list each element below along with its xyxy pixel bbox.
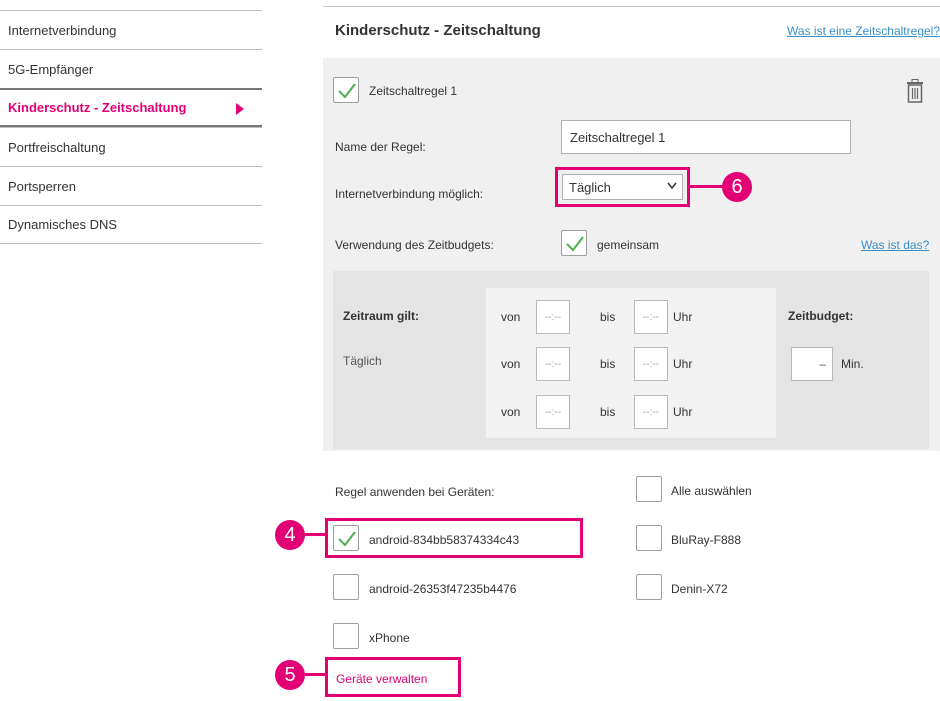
chevron-down-icon: [667, 182, 677, 190]
time-slots: von --:-- bis --:-- Uhr von --:-- bis --…: [486, 288, 776, 438]
rule-enabled-checkbox[interactable]: [333, 77, 359, 103]
trash-icon[interactable]: [905, 79, 925, 103]
device-checkbox-android-834[interactable]: [333, 525, 359, 551]
sidebar-item-label: Internetverbindung: [8, 22, 117, 38]
rule-name-input[interactable]: [561, 120, 851, 154]
sidebar-item-label: Dynamisches DNS: [8, 217, 118, 232]
sidebar-item-label: Portfreischaltung: [8, 139, 106, 155]
budget-minutes-input[interactable]: –: [791, 347, 833, 381]
time-from-input-2[interactable]: --:--: [536, 347, 570, 381]
unit-label: Uhr: [673, 310, 693, 324]
unit-label: Uhr: [673, 357, 693, 371]
sidebar-item-internetverbindung[interactable]: Internetverbindung: [0, 10, 262, 49]
time-from-input-1[interactable]: --:--: [536, 300, 570, 334]
callout-badge: 5: [275, 660, 305, 690]
callout-line: [303, 533, 325, 536]
sidebar-item-label: 5G-Empfänger: [8, 61, 94, 77]
period-label: Zeitraum gilt:: [343, 309, 420, 323]
sidebar-item-portfreischaltung[interactable]: Portfreischaltung: [0, 127, 262, 166]
manage-devices-link[interactable]: Geräte verwalten: [336, 672, 427, 686]
device-label: Denin-X72: [671, 582, 728, 596]
budget-label: Verwendung des Zeitbudgets:: [335, 238, 494, 252]
sidebar-item-portsperren[interactable]: Portsperren: [0, 166, 262, 205]
to-label: bis: [600, 357, 616, 371]
from-label: von: [501, 310, 521, 324]
select-all-checkbox[interactable]: [636, 476, 662, 502]
sidebar-item-kinderschutz[interactable]: Kinderschutz - Zeitschaltung: [0, 88, 262, 127]
device-checkbox-android-263[interactable]: [333, 574, 359, 600]
devices-label: Regel anwenden bei Geräten:: [335, 485, 495, 499]
to-label: bis: [600, 310, 616, 324]
time-to-input-3[interactable]: --:--: [634, 395, 668, 429]
to-label: bis: [600, 405, 616, 419]
time-to-input-2[interactable]: --:--: [634, 347, 668, 381]
sidebar-item-5g-empfaenger[interactable]: 5G-Empfänger: [0, 49, 262, 88]
device-label: BluRay-F888: [671, 533, 742, 547]
device-checkbox-xphone[interactable]: [333, 623, 359, 649]
checkmark-icon: [566, 236, 584, 252]
budget-checkbox[interactable]: [561, 230, 587, 256]
sidebar-item-label: Kinderschutz - Zeitschaltung: [8, 100, 187, 115]
budget-title: Zeitbudget:: [788, 309, 854, 323]
sidebar-item-dynamisches-dns[interactable]: Dynamisches DNS: [0, 205, 262, 244]
connection-select-value: Täglich: [569, 180, 611, 195]
sidebar-item-label: Portsperren: [8, 178, 76, 194]
rule-title: Zeitschaltregel 1: [369, 84, 458, 98]
schedule-panel: Zeitraum gilt: Täglich von --:-- bis --:…: [333, 271, 929, 449]
checkmark-icon: [338, 83, 356, 99]
unit-label: Uhr: [673, 405, 693, 419]
budget-option: gemeinsam: [597, 238, 660, 252]
device-label: xPhone: [369, 631, 410, 645]
device-checkbox-denin[interactable]: [636, 574, 662, 600]
callout-line: [303, 673, 325, 676]
from-label: von: [501, 405, 521, 419]
sidebar-nav: Internetverbindung 5G-Empfänger Kindersc…: [0, 10, 262, 244]
arrow-right-icon: [236, 103, 244, 115]
from-label: von: [501, 357, 521, 371]
budget-unit: Min.: [841, 357, 864, 371]
help-link-budget[interactable]: Was ist das?: [861, 238, 929, 252]
device-label: android-834bb58374334c43: [369, 533, 520, 547]
device-checkbox-bluray[interactable]: [636, 525, 662, 551]
device-label: android-26353f47235b4476: [369, 582, 517, 596]
period-value: Täglich: [343, 354, 382, 368]
time-from-input-3[interactable]: --:--: [536, 395, 570, 429]
rule-name-label: Name der Regel:: [335, 140, 426, 154]
connection-select-highlight: Täglich: [555, 167, 690, 207]
checkmark-icon: [338, 531, 356, 547]
select-all-label: Alle auswählen: [671, 484, 752, 498]
page-title: Kinderschutz - Zeitschaltung: [335, 22, 541, 39]
callout-line: [689, 185, 725, 188]
divider: [323, 6, 940, 7]
main-panel: Kinderschutz - Zeitschaltung Was ist ein…: [323, 6, 940, 701]
callout-badge: 6: [722, 172, 752, 202]
connection-label: Internetverbindung möglich:: [335, 187, 484, 201]
time-to-input-1[interactable]: --:--: [634, 300, 668, 334]
callout-badge: 4: [275, 520, 305, 550]
help-link-zeitschaltregel[interactable]: Was ist eine Zeitschaltregel?: [787, 24, 940, 38]
connection-select[interactable]: Täglich: [562, 174, 683, 200]
